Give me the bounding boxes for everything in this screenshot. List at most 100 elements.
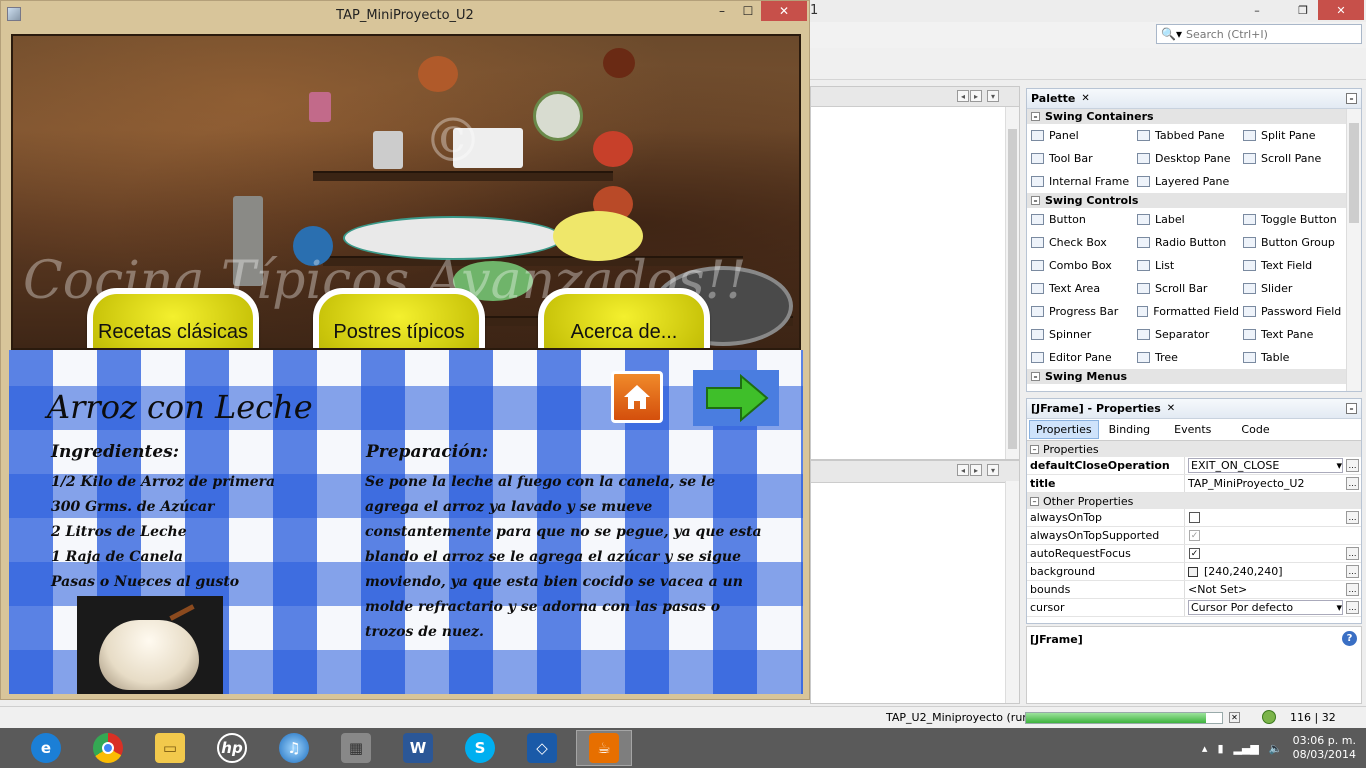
file-explorer-icon[interactable]: ▭ (142, 730, 198, 766)
editor-scrollbar[interactable] (1005, 107, 1019, 459)
collapse-icon[interactable]: – (1031, 372, 1040, 381)
ide-search-input[interactable]: 🔍▾ Search (Ctrl+I) (1156, 24, 1362, 44)
prop-row-bounds[interactable]: bounds <Not Set>… (1027, 581, 1361, 599)
palette-item[interactable]: Desktop Pane (1133, 147, 1239, 170)
clock[interactable]: 03:06 p. m. 08/03/2014 (1293, 734, 1356, 762)
checkbox-checked[interactable]: ✓ (1189, 548, 1200, 559)
tab-binding[interactable]: Binding (1103, 421, 1157, 438)
collapse-icon[interactable]: – (1031, 196, 1040, 205)
java-icon[interactable]: ☕ (576, 730, 632, 766)
palette-item[interactable]: Progress Bar (1027, 300, 1133, 323)
dropdown-icon[interactable]: ▾ (987, 464, 999, 476)
chevron-up-icon[interactable]: ▴ (1202, 742, 1208, 755)
ide-restore-button[interactable]: ❐ (1286, 0, 1320, 20)
ie-icon[interactable]: e (18, 730, 74, 766)
nav-button-recetas-clasicas[interactable]: Recetas clásicas (87, 288, 259, 348)
prop-value[interactable]: TAP_MiniProyecto_U2 (1188, 477, 1346, 490)
palette-item[interactable]: Label (1133, 208, 1239, 231)
properties-section[interactable]: – Properties (1027, 441, 1361, 457)
ide-close-button[interactable]: ✕ (1318, 0, 1364, 20)
palette-scrollbar[interactable] (1346, 109, 1361, 391)
palette-item[interactable]: Password Field (1239, 300, 1345, 323)
palette-item[interactable]: Slider (1239, 277, 1345, 300)
close-icon[interactable]: ✕ (1081, 93, 1089, 104)
palette-item[interactable]: Button (1027, 208, 1133, 231)
palette-item[interactable]: Formatted Field (1133, 300, 1239, 323)
skype-icon[interactable]: S (452, 730, 508, 766)
edit-button[interactable]: … (1346, 477, 1359, 490)
chrome-icon[interactable] (80, 730, 136, 766)
palette-item[interactable]: Tool Bar (1027, 147, 1133, 170)
palette-item[interactable]: List (1133, 254, 1239, 277)
palette-section[interactable]: – Swing Containers (1027, 109, 1347, 124)
edit-button[interactable]: … (1346, 583, 1359, 596)
nav-button-postres-tipicos[interactable]: Postres típicos (313, 288, 485, 348)
palette-item[interactable]: Text Pane (1239, 323, 1345, 346)
prop-row-alwaysontopsupported[interactable]: alwaysOnTopSupported ✓ (1027, 527, 1361, 545)
palette-item[interactable]: Scroll Pane (1239, 147, 1345, 170)
itunes-icon[interactable]: ♫ (266, 730, 322, 766)
edit-button[interactable]: … (1346, 565, 1359, 578)
checkbox[interactable] (1189, 512, 1200, 523)
prop-value[interactable]: <Not Set> (1188, 583, 1346, 596)
prop-row-cursor[interactable]: cursor Cursor Por defecto ▾… (1027, 599, 1361, 617)
game-icon[interactable]: ▦ (328, 730, 384, 766)
edit-button[interactable]: … (1346, 601, 1359, 614)
edit-button[interactable]: … (1346, 459, 1359, 472)
close-operation-combo[interactable]: EXIT_ON_CLOSE ▾ (1188, 458, 1343, 473)
palette-section[interactable]: – Swing Controls (1027, 193, 1347, 208)
scroll-left-icon[interactable]: ◂ (957, 90, 969, 102)
collapse-icon[interactable]: – (1030, 496, 1039, 506)
close-icon[interactable]: ✕ (761, 1, 807, 21)
palette-item[interactable]: Editor Pane (1027, 346, 1133, 369)
word-icon[interactable]: W (390, 730, 446, 766)
palette-item[interactable]: Text Field (1239, 254, 1345, 277)
gc-icon[interactable] (1262, 710, 1276, 724)
prop-row-defaultcloseoperation[interactable]: defaultCloseOperation EXIT_ON_CLOSE ▾… (1027, 457, 1361, 475)
palette-section[interactable]: – Swing Menus (1027, 369, 1347, 384)
edit-button[interactable]: … (1346, 547, 1359, 560)
tab-properties[interactable]: Properties (1029, 420, 1099, 439)
palette-item[interactable]: Tabbed Pane (1133, 124, 1239, 147)
edit-button[interactable]: … (1346, 511, 1359, 524)
palette-item[interactable]: Radio Button (1133, 231, 1239, 254)
palette-item[interactable]: Separator (1133, 323, 1239, 346)
palette-item[interactable]: Toggle Button (1239, 208, 1345, 231)
palette-item[interactable]: Spinner (1027, 323, 1133, 346)
prop-row-title[interactable]: title TAP_MiniProyecto_U2… (1027, 475, 1361, 493)
palette-item[interactable]: Text Area (1027, 277, 1133, 300)
palette-item[interactable]: Internal Frame (1027, 170, 1133, 193)
other-properties-section[interactable]: – Other Properties (1027, 493, 1361, 509)
palette-item[interactable]: Table (1239, 346, 1345, 369)
next-button[interactable] (693, 370, 779, 426)
collapse-icon[interactable]: – (1031, 112, 1040, 121)
palette-item[interactable]: Layered Pane (1133, 170, 1239, 193)
cancel-icon[interactable]: ✕ (1229, 712, 1240, 723)
signal-icon[interactable]: ▂▄▆ (1234, 742, 1259, 755)
help-icon[interactable]: ? (1342, 631, 1357, 646)
maximize-icon[interactable]: ☐ (735, 1, 761, 21)
prop-row-autorequestfocus[interactable]: autoRequestFocus ✓… (1027, 545, 1361, 563)
minimize-icon[interactable]: – (1346, 93, 1357, 104)
home-button[interactable] (611, 371, 663, 423)
palette-item[interactable]: Check Box (1027, 231, 1133, 254)
tab-events[interactable]: Events (1168, 421, 1217, 438)
collapse-icon[interactable]: – (1030, 444, 1039, 454)
tab-code[interactable]: Code (1235, 421, 1275, 438)
nav-button-acerca-de[interactable]: Acerca de... (538, 288, 710, 348)
palette-item[interactable]: Combo Box (1027, 254, 1133, 277)
battery-icon[interactable]: ▮ (1217, 742, 1223, 755)
prop-row-alwaysontop[interactable]: alwaysOnTop … (1027, 509, 1361, 527)
minimize-icon[interactable]: – (1346, 403, 1357, 414)
prop-row-background[interactable]: background [240,240,240]… (1027, 563, 1361, 581)
palette-item[interactable]: Split Pane (1239, 124, 1345, 147)
ide-minimize-button[interactable]: – (1240, 0, 1274, 20)
dropdown-icon[interactable]: ▾ (987, 90, 999, 102)
output-scrollbar[interactable] (1005, 481, 1019, 703)
volume-icon[interactable]: 🔈 (1269, 742, 1283, 755)
minimize-icon[interactable]: – (709, 1, 735, 21)
scroll-left-icon[interactable]: ◂ (957, 464, 969, 476)
prop-value[interactable]: [240,240,240] (1204, 565, 1346, 578)
scroll-right-icon[interactable]: ▸ (970, 464, 982, 476)
cursor-combo[interactable]: Cursor Por defecto ▾ (1188, 600, 1343, 615)
